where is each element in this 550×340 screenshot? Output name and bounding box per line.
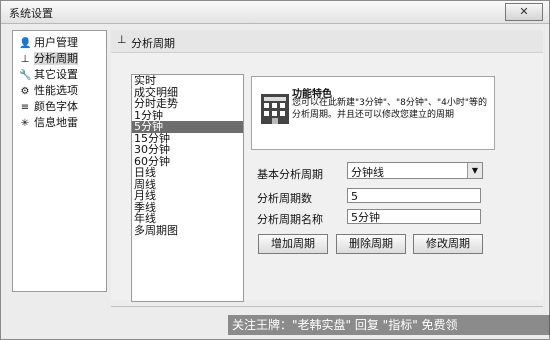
period-name-input[interactable]: 5分钟	[347, 209, 481, 224]
feature-info-box: 功能特色 您可以在此新建"3分钟"、"8分钟"、"4小时"等的分析周期。并且还可…	[251, 76, 495, 150]
settings-window: 系统设置 ✕ 👤 用户管理 ⊥ 分析周期 🔧 其它设置 ⚙ 性能选项 ≡ 颜色字体 ✳ 信息…	[0, 0, 550, 340]
period-count-label: 分析周期数	[257, 192, 312, 205]
nav-item-user-management[interactable]: 👤 用户管理	[19, 35, 78, 51]
performance-icon: ⚙	[20, 86, 30, 97]
base-period-select[interactable]: 分钟线 ▼	[347, 162, 483, 179]
nav-item-label: 其它设置	[34, 68, 78, 81]
nav-item-label: 性能选项	[34, 84, 78, 97]
delete-period-button[interactable]: 删除周期	[336, 234, 406, 254]
nav-item-info-mine[interactable]: ✳ 信息地雷	[19, 115, 78, 131]
tools-icon: 🔧	[19, 70, 32, 81]
chevron-down-icon[interactable]: ▼	[467, 163, 482, 178]
period-settings-panel: ⊥ 分析周期 实时 成交明细 分时走势 1分钟 5分钟 15分钟 30分钟 60…	[111, 30, 543, 302]
period-list-item[interactable]: 日线	[132, 167, 243, 179]
nav-item-other-settings[interactable]: 🔧 其它设置	[19, 67, 78, 83]
period-list-item[interactable]: 分时走势	[132, 98, 243, 110]
period-icon: ⊥	[117, 33, 127, 46]
close-button[interactable]: ✕	[505, 3, 543, 21]
panel-title: 分析周期	[131, 37, 175, 50]
period-list-item[interactable]: 30分钟	[132, 144, 243, 156]
period-list-item[interactable]: 实时	[132, 75, 243, 87]
nav-item-label: 信息地雷	[34, 116, 78, 129]
period-list[interactable]: 实时 成交明细 分时走势 1分钟 5分钟 15分钟 30分钟 60分钟 日线 周…	[131, 74, 244, 302]
nav-item-label: 颜色字体	[34, 100, 78, 113]
user-icon: 👤	[19, 38, 32, 49]
panel-header: ⊥ 分析周期	[111, 30, 543, 53]
settings-nav: 👤 用户管理 ⊥ 分析周期 🔧 其它设置 ⚙ 性能选项 ≡ 颜色字体 ✳ 信息地雷	[12, 30, 107, 292]
nav-item-analysis-period[interactable]: ⊥ 分析周期	[19, 51, 78, 67]
building-icon	[261, 94, 289, 124]
modify-period-button[interactable]: 修改周期	[413, 234, 483, 254]
nav-item-color-font[interactable]: ≡ 颜色字体	[19, 99, 78, 115]
period-list-item[interactable]: 年线	[132, 213, 243, 225]
period-icon: ⊥	[20, 54, 30, 65]
period-list-item[interactable]: 多周期图	[132, 224, 243, 237]
close-icon: ✕	[519, 5, 529, 18]
info-mine-icon: ✳	[20, 118, 30, 129]
add-period-button[interactable]: 增加周期	[258, 234, 328, 254]
nav-item-label: 分析周期	[34, 52, 78, 65]
color-font-icon: ≡	[20, 102, 30, 113]
divider	[111, 306, 543, 307]
period-list-item[interactable]: 月线	[132, 190, 243, 202]
nav-item-performance[interactable]: ⚙ 性能选项	[19, 83, 78, 99]
window-title: 系统设置	[9, 7, 53, 20]
period-count-input[interactable]: 5	[347, 188, 481, 203]
base-period-label: 基本分析周期	[257, 168, 323, 181]
watermark-banner: 关注王牌："老韩实盘" 回复 "指标" 免费领	[228, 315, 550, 335]
nav-item-label: 用户管理	[34, 36, 78, 49]
period-name-label: 分析周期名称	[257, 213, 323, 226]
feature-description: 您可以在此新建"3分钟"、"8分钟"、"4小时"等的分析周期。并且还可以修改您建…	[292, 98, 488, 120]
base-period-value: 分钟线	[351, 166, 384, 179]
title-bar: 系统设置 ✕	[1, 1, 549, 24]
period-list-item-selected[interactable]: 5分钟	[132, 121, 243, 133]
